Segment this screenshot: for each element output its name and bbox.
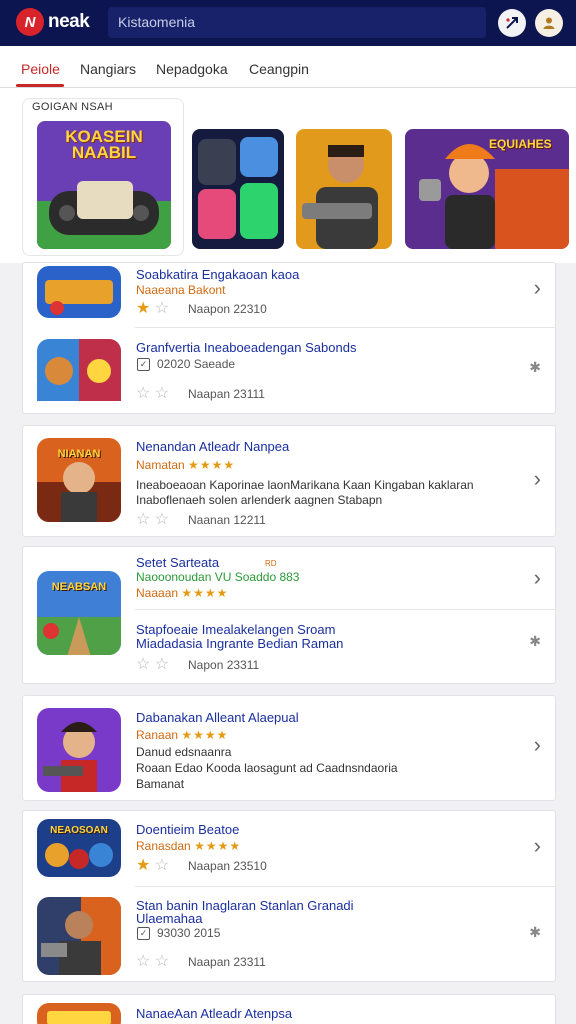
chevron-right-icon[interactable]: › xyxy=(534,466,541,492)
rating-stars: ☆ ☆ xyxy=(136,511,170,528)
chevron-right-icon[interactable]: › xyxy=(534,565,541,591)
rating-stars: ★ ☆ xyxy=(136,300,170,317)
item-meta: Naapan 23510 xyxy=(188,859,267,873)
controllers-thumbnail[interactable] xyxy=(192,129,284,249)
item-description: Inaboflenaeh solen arlenderk aagnen Stab… xyxy=(136,493,383,507)
tab-nangiars[interactable]: Nangiars xyxy=(80,61,136,77)
list-item[interactable]: NEABSAN Setet Sarteata RD Naooonoudan VU… xyxy=(22,546,556,684)
item-icon xyxy=(37,339,121,423)
tab-nepadgoka[interactable]: Nepadgoka xyxy=(156,61,228,77)
rating-stars: ☆ ☆ xyxy=(136,385,170,402)
active-tab-indicator xyxy=(16,84,64,87)
featured-hero-title: KOASEIN NAABIL xyxy=(65,127,143,162)
item-subtitle: Ranasdan ★★★★ xyxy=(136,839,242,853)
share-icon[interactable] xyxy=(498,9,526,37)
chevron-right-icon[interactable]: › xyxy=(534,833,541,859)
item-title[interactable]: NanaeAan Atleadr Atenpsa xyxy=(136,1006,292,1021)
chevron-right-icon[interactable]: › xyxy=(534,732,541,758)
item-badge: RD xyxy=(265,559,277,568)
featured-label: GOIGAN NSAH xyxy=(32,101,113,113)
category-tabs: Peiole Nangiars Nepadgoka Ceangpin xyxy=(0,46,576,88)
item-icon xyxy=(37,897,121,975)
list-item[interactable]: Dabanakan Alleant Alaepual Ranaan ★★★★ D… xyxy=(22,695,556,801)
item-subtitle: Naaeana Bakont xyxy=(136,283,226,297)
item-check-label: 93030 2015 xyxy=(157,926,221,940)
user-avatar-icon[interactable] xyxy=(535,9,563,37)
item-title[interactable]: Doentieim Beatoe xyxy=(136,822,239,837)
checkbox-icon[interactable]: ✓ xyxy=(137,358,150,371)
item-meta: Naanan 12211 xyxy=(188,513,266,527)
rating-stars: ☆ ☆ xyxy=(136,953,170,970)
item-meta: Naapan 23111 xyxy=(188,387,265,401)
featured-strip: GOIGAN NSAH KOASEIN NAABIL EQUIAHES xyxy=(0,88,576,263)
item-description: Danud edsnaanra xyxy=(136,745,232,759)
divider xyxy=(135,327,555,328)
featured-hero-thumbnail[interactable]: KOASEIN NAABIL xyxy=(37,121,171,249)
hero-banner-title: EQUIAHES xyxy=(489,137,552,151)
item-title[interactable]: Miadadasia Ingrante Bedian Raman xyxy=(136,636,343,651)
list-item[interactable]: NIANAN Nenandan Atleadr Nanpea Namatan ★… xyxy=(22,425,556,537)
item-title[interactable]: Setet Sarteata xyxy=(136,555,219,570)
item-icon: NIANAN xyxy=(37,438,121,522)
pin-icon[interactable]: ✱ xyxy=(529,924,541,941)
hero-banner-thumbnail[interactable]: EQUIAHES xyxy=(405,129,569,249)
item-subtitle: Ranaan ★★★★ xyxy=(136,728,229,742)
app-header: N neak Kistaomenia xyxy=(0,0,576,46)
item-icon xyxy=(37,1003,121,1024)
item-title[interactable]: Nenandan Atleadr Nanpea xyxy=(136,439,289,454)
item-title[interactable]: Ulaemahaa xyxy=(136,911,203,926)
item-meta: Napon 23311 xyxy=(188,658,260,672)
item-art-text: NEABSAN xyxy=(51,581,107,593)
pin-icon[interactable]: ✱ xyxy=(529,633,541,650)
checkbox-icon[interactable]: ✓ xyxy=(137,927,150,940)
list-item[interactable]: NEAOSOAN Doentieim Beatoe Ranasdan ★★★★ … xyxy=(22,810,556,982)
item-icon: NEABSAN xyxy=(37,571,121,655)
app-logo-text[interactable]: neak xyxy=(48,11,90,33)
item-title[interactable]: Soabkatira Engakaoan kaoa xyxy=(136,267,299,282)
item-icon xyxy=(37,266,121,318)
search-input[interactable]: Kistaomenia xyxy=(108,7,486,38)
item-meta: Naapon 22310 xyxy=(188,302,267,316)
item-description: Roaan Edao Kooda laosagunt ad Caadnsndao… xyxy=(136,761,398,775)
list-item[interactable]: Soabkatira Engakaoan kaoa Naaeana Bakont… xyxy=(22,262,556,414)
divider xyxy=(135,609,555,610)
item-art-text: NEAOSOAN xyxy=(50,825,108,836)
item-subtitle: Naaaan ★★★★ xyxy=(136,586,229,600)
rating-stars: ☆ ☆ xyxy=(136,656,170,673)
item-check-label: 02020 Saeade xyxy=(157,357,236,371)
item-title[interactable]: Dabanakan Alleant Alaepual xyxy=(136,710,299,725)
list-item[interactable]: NanaeAan Atleadr Atenpsa xyxy=(22,994,556,1024)
item-description: Bamanat xyxy=(136,777,185,791)
chevron-right-icon[interactable]: › xyxy=(534,275,541,301)
tab-peiole[interactable]: Peiole xyxy=(21,61,60,77)
item-subtitle: Namatan ★★★★ xyxy=(136,458,236,472)
item-title[interactable]: Granfvertia Ineaboeadengan Sabonds xyxy=(136,340,356,355)
rating-stars: ★ ☆ xyxy=(136,857,170,874)
soldier-thumbnail[interactable] xyxy=(296,129,392,249)
item-icon xyxy=(37,708,121,792)
item-subtitle-green: Naooonoudan VU Soaddo 883 xyxy=(136,570,300,584)
tab-ceangpin[interactable]: Ceangpin xyxy=(249,61,309,77)
divider xyxy=(135,886,555,887)
item-meta: Naapan 23311 xyxy=(188,955,266,969)
item-icon: NEAOSOAN xyxy=(37,819,121,877)
item-title[interactable]: Stapfoeaie Imealakelangen Sroam xyxy=(136,622,335,637)
logo-icon[interactable]: N xyxy=(16,8,44,36)
item-description: Ineaboeaoan Kaporinae laonMarikana Kaan … xyxy=(136,478,474,492)
item-art-text: NIANAN xyxy=(57,448,101,460)
pin-icon[interactable]: ✱ xyxy=(529,359,541,376)
